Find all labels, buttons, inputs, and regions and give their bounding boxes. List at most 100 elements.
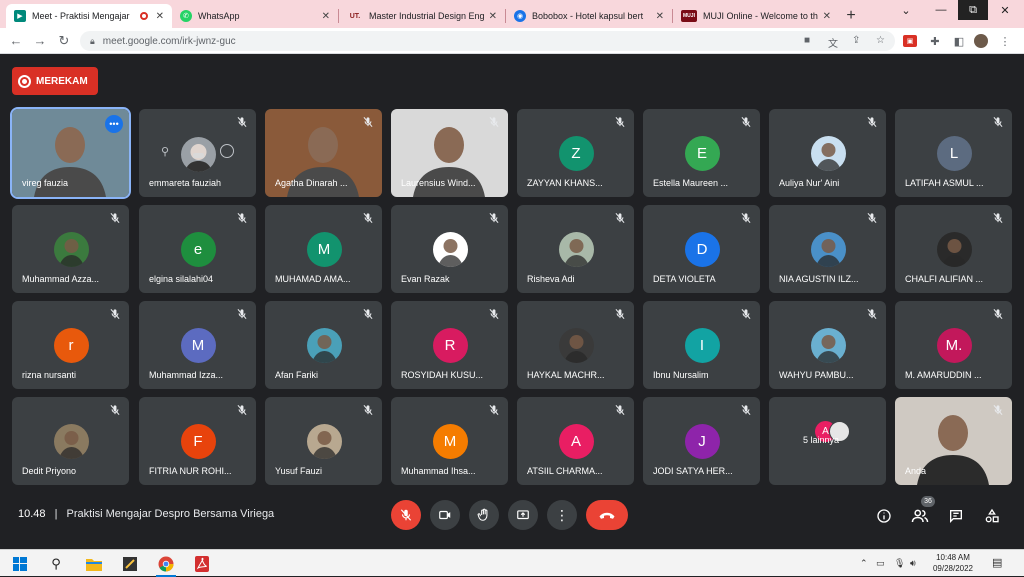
camera-button[interactable]: [430, 500, 460, 530]
participant-tile[interactable]: A ATSIIL CHARMA...: [517, 397, 634, 485]
participant-tile[interactable]: Auliya Nur' Aini: [769, 109, 886, 197]
participant-tile[interactable]: R ROSYIDAH KUSU...: [391, 301, 508, 389]
tab-meet[interactable]: ▶ Meet - Praktisi Mengajar ✕: [6, 4, 172, 28]
taskbar-clock[interactable]: 10:48 AM 09/28/2022: [925, 552, 981, 574]
extension-red-icon[interactable]: ▣: [903, 35, 917, 47]
tray-app-icon[interactable]: ▭: [876, 558, 885, 569]
participant-tile[interactable]: M. M. AMARUDDIN ...: [895, 301, 1012, 389]
file-explorer-icon[interactable]: [82, 553, 106, 575]
leave-call-button[interactable]: [586, 500, 628, 530]
participant-tile[interactable]: Z ZAYYAN KHANS...: [517, 109, 634, 197]
notification-center-icon[interactable]: ▤: [992, 556, 1002, 569]
more-options-button[interactable]: ⋮: [547, 500, 577, 530]
tray-chevron-up-icon[interactable]: ⌃: [860, 558, 868, 569]
participant-tile[interactable]: J JODI SATYA HER...: [643, 397, 760, 485]
remove-icon[interactable]: [220, 144, 234, 158]
minimize-icon[interactable]: —: [926, 0, 956, 20]
participant-name: HAYKAL MACHR...: [527, 370, 605, 380]
acrobat-icon[interactable]: [190, 553, 214, 575]
url-text: meet.google.com/irk-jwnz-guc: [102, 35, 236, 47]
close-tab-icon[interactable]: ✕: [656, 11, 664, 22]
chrome-icon[interactable]: [154, 553, 178, 577]
meeting-details-button[interactable]: [874, 506, 894, 526]
participant-initial-avatar: F: [180, 424, 216, 459]
participant-tile[interactable]: Agatha Dinarah ...: [265, 109, 382, 197]
participant-tile[interactable]: NIA AGUSTIN ILZ...: [769, 205, 886, 293]
participant-name: LATIFAH ASMUL ...: [905, 178, 984, 188]
tab-ut[interactable]: UT. Master Industrial Design Eng ✕: [339, 4, 505, 28]
participant-tile[interactable]: WAHYU PAMBU...: [769, 301, 886, 389]
profile-avatar[interactable]: [974, 34, 988, 48]
close-window-icon[interactable]: ✕: [990, 0, 1020, 20]
share-icon[interactable]: ⇪: [852, 35, 860, 46]
participant-tile[interactable]: Evan Razak: [391, 205, 508, 293]
participant-avatar: [810, 328, 846, 363]
participant-tile[interactable]: M Muhammad Izza...: [139, 301, 256, 389]
participant-tile[interactable]: r rizna nursanti: [12, 301, 129, 389]
people-button[interactable]: [910, 506, 930, 526]
windows-start-icon[interactable]: [8, 553, 32, 575]
restore-icon[interactable]: ⧉: [958, 0, 988, 20]
participant-tile[interactable]: Anda: [895, 397, 1012, 485]
close-tab-icon[interactable]: ✕: [156, 11, 164, 22]
forward-icon[interactable]: →: [28, 29, 52, 53]
participant-tile[interactable]: Afan Fariki: [265, 301, 382, 389]
mic-off-button[interactable]: [391, 500, 421, 530]
tab-whatsapp[interactable]: ✆ WhatsApp ✕: [172, 4, 338, 28]
chat-icon: [950, 510, 962, 523]
participant-avatar: [53, 424, 89, 459]
participant-name: Yusuf Fauzi: [275, 466, 323, 476]
new-tab-icon[interactable]: +: [839, 4, 863, 28]
participant-tile[interactable]: M MUHAMAD AMA...: [265, 205, 382, 293]
menu-kebab-icon[interactable]: ⋮: [997, 33, 1013, 49]
mic-muted-icon: [235, 403, 249, 417]
activities-button[interactable]: [982, 506, 1002, 526]
close-tab-icon[interactable]: ✕: [489, 11, 497, 22]
present-screen-button[interactable]: [508, 500, 538, 530]
camera-in-use-icon[interactable]: ■: [804, 35, 810, 46]
participant-initial-avatar: A: [558, 424, 594, 459]
close-tab-icon[interactable]: ✕: [823, 11, 831, 22]
search-icon[interactable]: ⚲: [44, 553, 68, 575]
close-tab-icon[interactable]: ✕: [322, 11, 330, 22]
participant-tile[interactable]: Risheva Adi: [517, 205, 634, 293]
pin-icon[interactable]: ⚲: [161, 145, 169, 158]
mic-muted-icon: [991, 115, 1005, 129]
participant-tile[interactable]: Dedit Priyono: [12, 397, 129, 485]
participant-tile[interactable]: CHALFI ALIFIAN ...: [895, 205, 1012, 293]
chat-button[interactable]: [946, 506, 966, 526]
bookmark-star-icon[interactable]: ☆: [876, 35, 885, 46]
tab-search-icon[interactable]: ⌄: [891, 0, 921, 20]
participant-tile[interactable]: F FITRIA NUR ROHI...: [139, 397, 256, 485]
tab-title: Bobobox - Hotel kapsul bert: [532, 11, 644, 21]
app-dark-icon[interactable]: [118, 553, 142, 575]
participant-tile[interactable]: Yusuf Fauzi: [265, 397, 382, 485]
meeting-info: 10.48 | Praktisi Mengajar Despro Bersama…: [18, 508, 274, 520]
participant-tile[interactable]: ⚲ emmareta fauziah: [139, 109, 256, 197]
participant-tile[interactable]: E Estella Maureen ...: [643, 109, 760, 197]
url-bar[interactable]: 🔒︎ meet.google.com/irk-jwnz-guc ■ ⽂ ⇪ ☆: [80, 31, 895, 51]
participant-tile[interactable]: I Ibnu Nursalim: [643, 301, 760, 389]
tray-speaker-icon[interactable]: 🔊︎: [910, 558, 916, 569]
muji-favicon-icon: MUJI: [681, 10, 697, 22]
participant-tile[interactable]: L LATIFAH ASMUL ...: [895, 109, 1012, 197]
tab-bobobox[interactable]: ◉ Bobobox - Hotel kapsul bert ✕: [506, 4, 672, 28]
participant-tile[interactable]: ••• vireg fauzia: [10, 107, 131, 199]
translate-icon[interactable]: ⽂: [828, 35, 838, 50]
extensions-puzzle-icon[interactable]: ✚: [927, 33, 943, 49]
back-icon[interactable]: ←: [4, 29, 28, 53]
raise-hand-button[interactable]: [469, 500, 499, 530]
participant-tile[interactable]: HAYKAL MACHR...: [517, 301, 634, 389]
participant-tile[interactable]: Muhammad Azza...: [12, 205, 129, 293]
tab-muji[interactable]: MUJI MUJI Online - Welcome to th ✕: [673, 4, 839, 28]
side-panel-icon[interactable]: ◧: [951, 33, 967, 49]
participant-tile[interactable]: Laurensius Wind...: [391, 109, 508, 197]
reload-icon[interactable]: ↻: [52, 29, 76, 53]
tray-mic-icon[interactable]: 🎙︎: [894, 558, 905, 569]
participant-tile[interactable]: A5 lainnya: [769, 397, 886, 485]
participant-avatar: [810, 232, 846, 267]
participant-tile[interactable]: e elgina silalahi04: [139, 205, 256, 293]
participant-tile[interactable]: D DETA VIOLETA: [643, 205, 760, 293]
meeting-title: Praktisi Mengajar Despro Bersama Viriega: [66, 508, 275, 520]
participant-tile[interactable]: M Muhammad Ihsa...: [391, 397, 508, 485]
